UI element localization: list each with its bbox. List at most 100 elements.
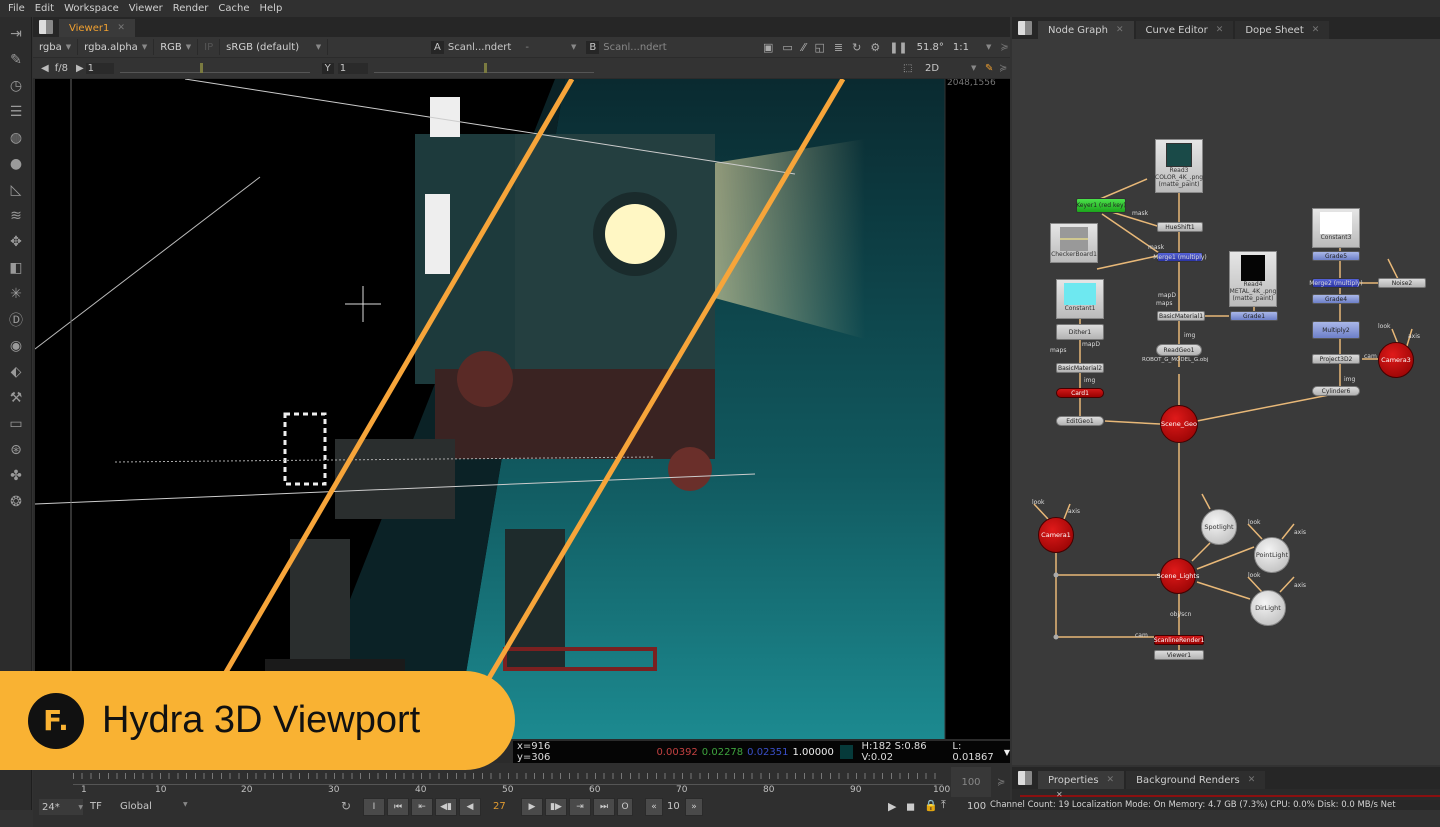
node-grade1[interactable]: Grade1 (1230, 311, 1278, 321)
node-card1[interactable]: Card1 (1056, 388, 1104, 398)
node-keyer1[interactable]: Keyer1 (red key) (1076, 198, 1126, 213)
node-basicmaterial2[interactable]: BasicMaterial2 (1056, 363, 1104, 373)
node-spotlight[interactable]: Spotlight (1201, 509, 1237, 545)
node-read3[interactable]: Read3 COLOR_4K_.png (matte_paint) (1155, 139, 1203, 193)
menu-cache[interactable]: Cache (218, 3, 249, 14)
fstop-left-icon[interactable]: ◀ (41, 63, 49, 74)
node-hueshift1[interactable]: HueShift1 (1157, 222, 1203, 232)
input-a-dropdown[interactable]: Scanl...ndert (448, 42, 512, 53)
node-camera3[interactable]: Camera3 (1378, 342, 1414, 378)
node-camera1[interactable]: Camera1 (1038, 517, 1074, 553)
paint-brush-icon[interactable]: ✎ (985, 63, 993, 74)
node-dirlight[interactable]: DirLight (1250, 590, 1286, 626)
in-point-button[interactable]: I (363, 798, 385, 816)
prev-frame-button[interactable]: ◀▮ (435, 798, 457, 816)
node-constant1[interactable]: Constant1 (1056, 279, 1104, 319)
scope-dropdown[interactable]: Global (120, 801, 152, 812)
toolsets-icon[interactable]: ⚒ (6, 388, 26, 408)
menu-file[interactable]: File (8, 3, 25, 14)
dot-node[interactable] (1053, 572, 1059, 578)
node-scene-lights[interactable]: Scene_Lights (1157, 558, 1199, 594)
out-point-field[interactable]: 100 (951, 767, 991, 797)
proxy-icon[interactable]: ▭ (782, 41, 792, 54)
node-basicmaterial1[interactable]: BasicMaterial1 (1157, 311, 1205, 321)
step-field[interactable]: 10 (667, 801, 680, 812)
menu-edit[interactable]: Edit (35, 3, 54, 14)
collapse-icon[interactable]: ≽ (997, 777, 1005, 788)
3d-nodes-icon[interactable]: ◧ (6, 258, 26, 278)
keyer-nodes-icon[interactable]: ◺ (6, 180, 26, 200)
gamma-slider-handle[interactable] (483, 63, 487, 73)
node-dither1[interactable]: Dither1 (1056, 324, 1104, 340)
gamma-slider[interactable] (373, 63, 594, 73)
node-merge1[interactable]: Merge1 (multiply) (1153, 252, 1207, 262)
play-backward-button[interactable]: ◀ (459, 798, 481, 816)
record-icon[interactable]: ◼ (906, 800, 915, 813)
close-icon[interactable]: ✕ (1107, 775, 1115, 785)
menu-viewer[interactable]: Viewer (129, 3, 163, 14)
zoom-value[interactable]: 51.8° (917, 42, 944, 53)
gamma-field[interactable]: 1 (337, 62, 368, 74)
next-keyframe-button[interactable]: ⇥ (569, 798, 591, 816)
transform-nodes-icon[interactable]: ✥ (6, 232, 26, 252)
node-merge2[interactable]: Merge2 (multiply) (1309, 278, 1363, 288)
menu-workspace[interactable]: Workspace (64, 3, 119, 14)
info-menu-icon[interactable]: ▼ (1004, 748, 1010, 757)
time-nodes-icon[interactable]: ◷ (6, 76, 26, 96)
fps-dropdown[interactable]: 24* ▼ (39, 799, 83, 815)
draw-nodes-icon[interactable]: ✎ (6, 50, 26, 70)
tab-background-renders[interactable]: Background Renders ✕ (1126, 771, 1266, 789)
particles-nodes-icon[interactable]: ✳ (6, 284, 26, 304)
gain-field[interactable]: 1 (85, 62, 114, 74)
fstop-right-icon[interactable]: ▶ (76, 63, 84, 74)
clear-properties-icon[interactable]: ✕ (1056, 790, 1063, 799)
flipbook-icon[interactable]: ▶ (888, 800, 896, 813)
end-frame-field[interactable]: 100 (967, 801, 986, 812)
step-back-button[interactable]: « (645, 798, 663, 816)
last-frame-button[interactable]: ⏭ (593, 798, 615, 816)
node-read4[interactable]: Read4 METAL_4K_.png (matte_paint) (1229, 251, 1277, 307)
ocula-nodes-icon[interactable]: ✤ (6, 466, 26, 486)
node-pointlight[interactable]: PointLight (1254, 537, 1290, 573)
tab-dope-sheet[interactable]: Dope Sheet ✕ (1235, 21, 1330, 39)
roi-select-icon[interactable]: ⬚ (903, 63, 912, 74)
lock-icon[interactable]: 🔒 (924, 799, 938, 812)
node-readgeo1[interactable]: ReadGeo1 (1156, 344, 1202, 356)
ratio-dropdown[interactable]: 1:1 (953, 42, 969, 53)
node-scanlinerender1[interactable]: ScanlineRender1 (1154, 635, 1204, 645)
channel-nodes-icon[interactable]: ☰ (6, 102, 26, 122)
render-update-icon[interactable]: ⚙ (870, 41, 880, 54)
panel-menu-icon[interactable] (1018, 21, 1032, 35)
wipe-operation-dropdown[interactable]: - (525, 42, 529, 53)
display-dropdown[interactable]: RGB ▼ (154, 39, 199, 55)
gain-slider-handle[interactable] (199, 63, 203, 73)
current-frame-field[interactable]: 27 (493, 801, 506, 812)
zebra-icon[interactable]: ⁄⁄ (802, 41, 806, 54)
menu-render[interactable]: Render (173, 3, 209, 14)
play-forward-button[interactable]: ▶ (521, 798, 543, 816)
alpha-dropdown[interactable]: rgba.alpha ▼ (78, 39, 155, 55)
furnace-nodes-icon[interactable]: ⊛ (6, 440, 26, 460)
tab-viewer1[interactable]: Viewer1 ✕ (59, 19, 135, 37)
node-constant3[interactable]: Constant3 (1312, 208, 1360, 248)
panel-menu-icon[interactable] (1018, 771, 1032, 785)
fstop-value[interactable]: f/8 (55, 63, 68, 74)
pause-icon[interactable]: ❚❚ (889, 41, 907, 54)
colorspace-dropdown[interactable]: sRGB (default) ▼ (220, 39, 329, 55)
next-frame-button[interactable]: ▮▶ (545, 798, 567, 816)
node-grade5[interactable]: Grade5 (1312, 251, 1360, 261)
viewport-canvas[interactable]: 2048,1556 (35, 79, 1010, 739)
collapse-icon[interactable]: ≽ (1000, 42, 1008, 53)
lut-icon[interactable]: ≣ (834, 41, 843, 54)
close-icon[interactable]: ✕ (1312, 25, 1320, 35)
color-nodes-icon[interactable]: ◍ (6, 128, 26, 148)
overlay-icon[interactable]: ◱ (815, 41, 825, 54)
merge-nodes-icon[interactable]: ≋ (6, 206, 26, 226)
image-nodes-icon[interactable]: ⇥ (6, 24, 26, 44)
loop-mode-icon[interactable]: ↻ (341, 799, 351, 813)
other-nodes-icon[interactable]: ▭ (6, 414, 26, 434)
node-editgeo1[interactable]: EditGeo1 (1056, 416, 1104, 426)
out-point-button[interactable]: O (617, 798, 633, 816)
step-forward-button[interactable]: » (685, 798, 703, 816)
view-mode-dropdown[interactable]: 2D (925, 63, 939, 74)
